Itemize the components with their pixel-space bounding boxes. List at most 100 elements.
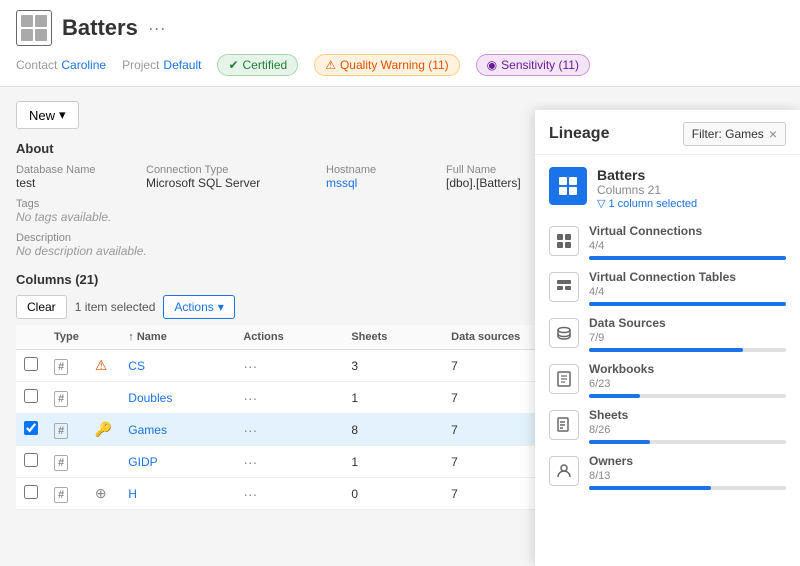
- row-type-icon: #: [54, 391, 68, 407]
- row-name-cell: Games: [120, 414, 235, 446]
- sensitivity-icon: ◉: [487, 58, 497, 72]
- page-header: Batters ··· Contact Caroline Project Def…: [0, 0, 800, 87]
- row-checkbox-cell: [16, 350, 46, 382]
- lineage-item-data-sources: Data Sources 7/9: [549, 316, 786, 352]
- row-sheets-cell: 1: [343, 382, 443, 414]
- row-name[interactable]: Games: [128, 423, 167, 437]
- lineage-progress-bg: [589, 486, 786, 490]
- clear-button[interactable]: Clear: [16, 295, 67, 319]
- lineage-item-count: 6/23: [589, 378, 786, 390]
- row-type-icon: #: [54, 455, 68, 471]
- col-header-quality: [87, 325, 120, 350]
- lineage-item-icon-data-sources: [549, 318, 579, 348]
- more-options-icon[interactable]: ···: [148, 18, 166, 39]
- lineage-batters-info: Batters Columns 21 ▽ 1 column selected: [597, 167, 786, 210]
- row-actions-dots[interactable]: ···: [243, 486, 257, 502]
- sensitivity-badge[interactable]: ◉ Sensitivity (11): [476, 54, 590, 76]
- row-checkbox-cell: [16, 414, 46, 446]
- row-actions-cell: ···: [235, 382, 343, 414]
- connection-type-label: Connection Type Microsoft SQL Server: [146, 164, 326, 190]
- lineage-filter-close-icon[interactable]: ×: [769, 126, 777, 142]
- certified-badge[interactable]: ✔ Certified: [217, 54, 298, 76]
- lineage-item-count: 4/4: [589, 240, 786, 252]
- lineage-filter-label: Filter: Games: [692, 127, 764, 141]
- sensitivity-label: Sensitivity (11): [501, 58, 579, 72]
- lineage-progress-fill: [589, 440, 650, 444]
- lineage-title: Lineage: [549, 125, 609, 143]
- lineage-batters-selected: ▽ 1 column selected: [597, 197, 786, 210]
- row-type-cell: #: [46, 382, 87, 414]
- main-content: Batters ··· Contact Caroline Project Def…: [0, 0, 800, 566]
- row-sheets-cell: 8: [343, 414, 443, 446]
- row-checkbox-cell: [16, 446, 46, 478]
- col-header-actions: Actions: [235, 325, 343, 350]
- lineage-item-icon-workbooks: [549, 364, 579, 394]
- quality-warning-icon: ⚠: [95, 357, 108, 373]
- lineage-panel: Lineage Filter: Games × Batters: [535, 110, 800, 566]
- lineage-item-body: Virtual Connections 4/4: [589, 224, 786, 260]
- row-sheets-cell: 3: [343, 350, 443, 382]
- row-sheets-cell: 1: [343, 446, 443, 478]
- row-type-cell: #: [46, 446, 87, 478]
- table-icon: [16, 10, 52, 46]
- row-name[interactable]: CS: [128, 359, 145, 373]
- col-header-checkbox: [16, 325, 46, 350]
- quality-link-icon: ⊕: [95, 485, 107, 501]
- contact-meta: Contact Caroline: [16, 58, 106, 72]
- lineage-body: Batters Columns 21 ▽ 1 column selected V…: [535, 155, 800, 557]
- col-header-name[interactable]: ↑ Name: [120, 325, 235, 350]
- filter-icon: ▽: [597, 197, 605, 210]
- row-name[interactable]: GIDP: [128, 455, 157, 469]
- row-actions-dots[interactable]: ···: [243, 390, 257, 406]
- row-name[interactable]: H: [128, 487, 137, 501]
- lineage-item-icon-owners: [549, 456, 579, 486]
- actions-button[interactable]: Actions ▾: [163, 295, 234, 319]
- row-type-icon: #: [54, 487, 68, 503]
- lineage-item-label: Virtual Connections: [589, 224, 786, 238]
- project-meta: Project Default: [122, 58, 201, 72]
- row-actions-dots[interactable]: ···: [243, 358, 257, 374]
- row-actions-dots[interactable]: ···: [243, 454, 257, 470]
- new-button[interactable]: New ▾: [16, 101, 79, 129]
- lineage-item-icon-sheets: [549, 410, 579, 440]
- lineage-item-count: 8/26: [589, 424, 786, 436]
- lineage-filter-chip[interactable]: Filter: Games ×: [683, 122, 786, 146]
- row-checkbox[interactable]: [24, 421, 38, 435]
- row-quality-cell: ⊕: [87, 478, 120, 510]
- lineage-batters-columns: Columns 21: [597, 183, 786, 197]
- lineage-progress-bg: [589, 394, 786, 398]
- lineage-item-label: Owners: [589, 454, 786, 468]
- lineage-progress-fill: [589, 348, 743, 352]
- row-checkbox[interactable]: [24, 389, 38, 403]
- lineage-item-virtual-connections: Virtual Connections 4/4: [549, 224, 786, 260]
- row-checkbox[interactable]: [24, 453, 38, 467]
- lineage-item-count: 4/4: [589, 286, 786, 298]
- row-quality-cell: [87, 382, 120, 414]
- lineage-item-body: Data Sources 7/9: [589, 316, 786, 352]
- actions-dropdown-icon: ▾: [218, 300, 224, 314]
- row-actions-dots[interactable]: ···: [243, 422, 257, 438]
- row-actions-cell: ···: [235, 446, 343, 478]
- lineage-progress-fill: [589, 256, 786, 260]
- page-title: Batters: [62, 15, 138, 41]
- quality-warning-badge[interactable]: ⚠ Quality Warning (11): [314, 54, 459, 76]
- lineage-item-count: 8/13: [589, 470, 786, 482]
- row-checkbox[interactable]: [24, 357, 38, 371]
- col-header-sheets: Sheets: [343, 325, 443, 350]
- row-name-cell: Doubles: [120, 382, 235, 414]
- selected-count: 1 item selected: [75, 300, 156, 314]
- lineage-batters-name: Batters: [597, 167, 786, 183]
- row-checkbox-cell: [16, 382, 46, 414]
- lineage-progress-bg: [589, 256, 786, 260]
- row-name-cell: H: [120, 478, 235, 510]
- lineage-item-icon-virtual-tables: [549, 272, 579, 302]
- lineage-progress-fill: [589, 302, 786, 306]
- header-meta: Contact Caroline Project Default ✔ Certi…: [16, 54, 784, 86]
- row-name[interactable]: Doubles: [128, 391, 172, 405]
- lineage-header: Lineage Filter: Games ×: [535, 110, 800, 155]
- row-type-cell: #: [46, 478, 87, 510]
- lineage-progress-bg: [589, 348, 786, 352]
- row-checkbox[interactable]: [24, 485, 38, 499]
- row-type-cell: #: [46, 350, 87, 382]
- row-type-icon: #: [54, 359, 68, 375]
